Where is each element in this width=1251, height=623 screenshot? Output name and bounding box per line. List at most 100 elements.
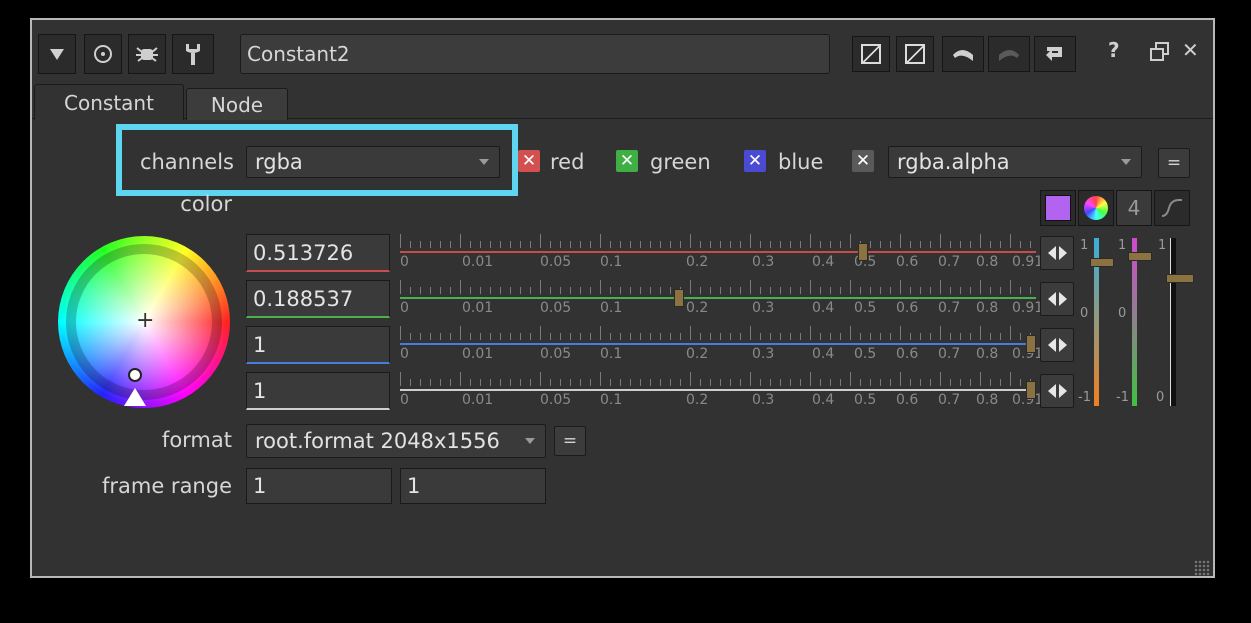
slider-tick-label: 0.8 (976, 346, 999, 362)
alpha-dropdown[interactable]: rgba.alpha (888, 146, 1142, 178)
red-step-arrows[interactable] (1040, 236, 1074, 270)
slider-tick-label: 0.91 (1012, 300, 1044, 316)
slider-handle[interactable] (857, 243, 868, 261)
green-value-field[interactable]: 0.188537 (246, 280, 390, 318)
slider-ticks (400, 234, 1036, 250)
chevron-down-icon (1121, 159, 1131, 165)
tab-constant[interactable]: Constant (34, 84, 184, 120)
slider-tick-label: 0.2 (686, 346, 709, 362)
tab-node[interactable]: Node (186, 88, 288, 120)
left-arrow-icon (1047, 292, 1056, 306)
right-arrow-icon (1058, 338, 1067, 352)
slider-tick-label: 0.5 (854, 392, 877, 408)
right-arrow-icon (1058, 292, 1067, 306)
float-window-icon[interactable] (1150, 42, 1169, 61)
slider-tick-label: 0.4 (812, 300, 835, 316)
blue-checkbox[interactable]: ✕ (744, 150, 766, 172)
node-name-input[interactable]: Constant2 (240, 34, 830, 74)
color-swatch-button[interactable] (1040, 190, 1076, 226)
alpha-slider[interactable]: 0 0.01 0.05 0.1 0.2 0.3 0.4 0.5 0.6 0.7 0.8 0.91 (400, 372, 1043, 414)
red-checkbox[interactable]: ✕ (518, 150, 540, 172)
value-marker-icon (124, 388, 146, 406)
slider-tick-label: 0.5 (854, 346, 877, 362)
blue-step-arrows[interactable] (1040, 328, 1074, 362)
curve-button[interactable] (1154, 190, 1190, 226)
color-wheel-icon (1084, 196, 1108, 220)
channels-link-button[interactable]: = (1158, 148, 1190, 178)
green-step-arrows[interactable] (1040, 282, 1074, 316)
collapse-button[interactable] (38, 34, 76, 74)
left-arrow-icon (1047, 246, 1056, 260)
color-wheel-button[interactable] (1078, 190, 1114, 226)
alpha-value-field[interactable]: 1 (246, 372, 390, 410)
frame-range-start[interactable]: 1 (246, 468, 392, 504)
blue-slider[interactable]: 0 0.01 0.05 0.1 0.2 0.3 0.4 0.5 0.6 0.7 0.8 0.91 (400, 326, 1043, 368)
alpha-step-arrows[interactable] (1040, 374, 1074, 408)
green-slider[interactable]: 0 0.01 0.05 0.1 0.2 0.3 0.4 0.5 0.6 0.7 0.8 0.91 (400, 280, 1043, 322)
help-icon[interactable]: ? (1108, 38, 1128, 68)
slider-handle[interactable] (1026, 335, 1036, 353)
slider-tick-label: 0 (400, 254, 409, 270)
frame-range-label: frame range (101, 474, 232, 498)
slider-tick-label: 0.01 (462, 300, 494, 316)
red-value-field[interactable]: 0.513726 (246, 234, 390, 272)
close-icon[interactable]: ✕ (1182, 38, 1202, 68)
node-button[interactable] (128, 34, 166, 74)
slider-tick-label: 0.4 (812, 346, 835, 362)
color-wheel[interactable]: + (58, 236, 230, 408)
slider-tick-label: 0.4 (812, 392, 835, 408)
slider-tick-label: 0.1 (600, 300, 623, 316)
red-slider[interactable]: 0 0.01 0.05 0.1 0.2 0.3 0.4 0.5 0.6 0.7 0.8 0.91 (400, 234, 1043, 276)
curve-icon (1161, 199, 1182, 217)
slider-tick-label: 0.7 (938, 346, 961, 362)
chevron-down-icon (479, 159, 489, 165)
slider-tick-label: 0.7 (938, 254, 961, 270)
properties-panel: Constant2 ? ✕ Constant Node channels rgb… (30, 18, 1215, 578)
channel-count-button[interactable]: 4 (1116, 190, 1152, 226)
slider-tick-label: 0.6 (896, 392, 919, 408)
alpha-checkbox[interactable]: ✕ (852, 150, 874, 172)
diagonal-button-1[interactable] (852, 36, 890, 72)
slider-track (400, 343, 1036, 345)
color-label: color (180, 192, 232, 216)
color-picker-handle[interactable] (128, 368, 142, 382)
blue-label: blue (778, 150, 824, 174)
channels-dropdown[interactable]: rgba (246, 146, 500, 178)
format-label: format (161, 428, 232, 452)
slider-tick-label: 0.8 (976, 392, 999, 408)
slider-tick-label: 0.6 (896, 254, 919, 270)
slider-handle[interactable] (674, 289, 685, 307)
redo-button[interactable] (988, 36, 1030, 72)
undo-button[interactable] (942, 36, 984, 72)
slider-tick-label: 0.7 (938, 392, 961, 408)
diagonal-button-2[interactable] (896, 36, 934, 72)
slider-ticks (400, 280, 1036, 296)
format-link-button[interactable]: = (554, 426, 586, 456)
slider-track (400, 389, 1036, 391)
slider-tick-label: 0.6 (896, 346, 919, 362)
format-value: root.format 2048x1556 (255, 429, 500, 453)
frame-range-end[interactable]: 1 (400, 468, 546, 504)
revert-button[interactable] (1034, 36, 1076, 72)
slider-tick-label: 0 (400, 346, 409, 362)
green-checkbox[interactable]: ✕ (616, 150, 638, 172)
slider-tick-label: 0.2 (686, 392, 709, 408)
box-slash-icon (905, 44, 925, 64)
triangle-down-icon (50, 48, 64, 60)
slider-tick-label: 0.01 (462, 254, 494, 270)
slider-tick-label: 0.2 (686, 254, 709, 270)
slider-tick-label: 0.3 (752, 300, 775, 316)
slider-tick-label: 0.6 (896, 300, 919, 316)
slider-tick-label: 0.4 (812, 254, 835, 270)
left-arrow-icon (1047, 384, 1056, 398)
blue-value-field[interactable]: 1 (246, 326, 390, 364)
slider-handle[interactable] (1026, 381, 1036, 399)
settings-button[interactable] (172, 34, 214, 74)
channels-value: rgba (255, 150, 303, 174)
slider-tick-label: 0.3 (752, 346, 775, 362)
view-button[interactable] (84, 34, 122, 74)
slider-tick-label: 0 (400, 392, 409, 408)
right-arrow-icon (1058, 384, 1067, 398)
format-dropdown[interactable]: root.format 2048x1556 (246, 424, 546, 458)
resize-grip-icon[interactable] (1194, 560, 1210, 576)
